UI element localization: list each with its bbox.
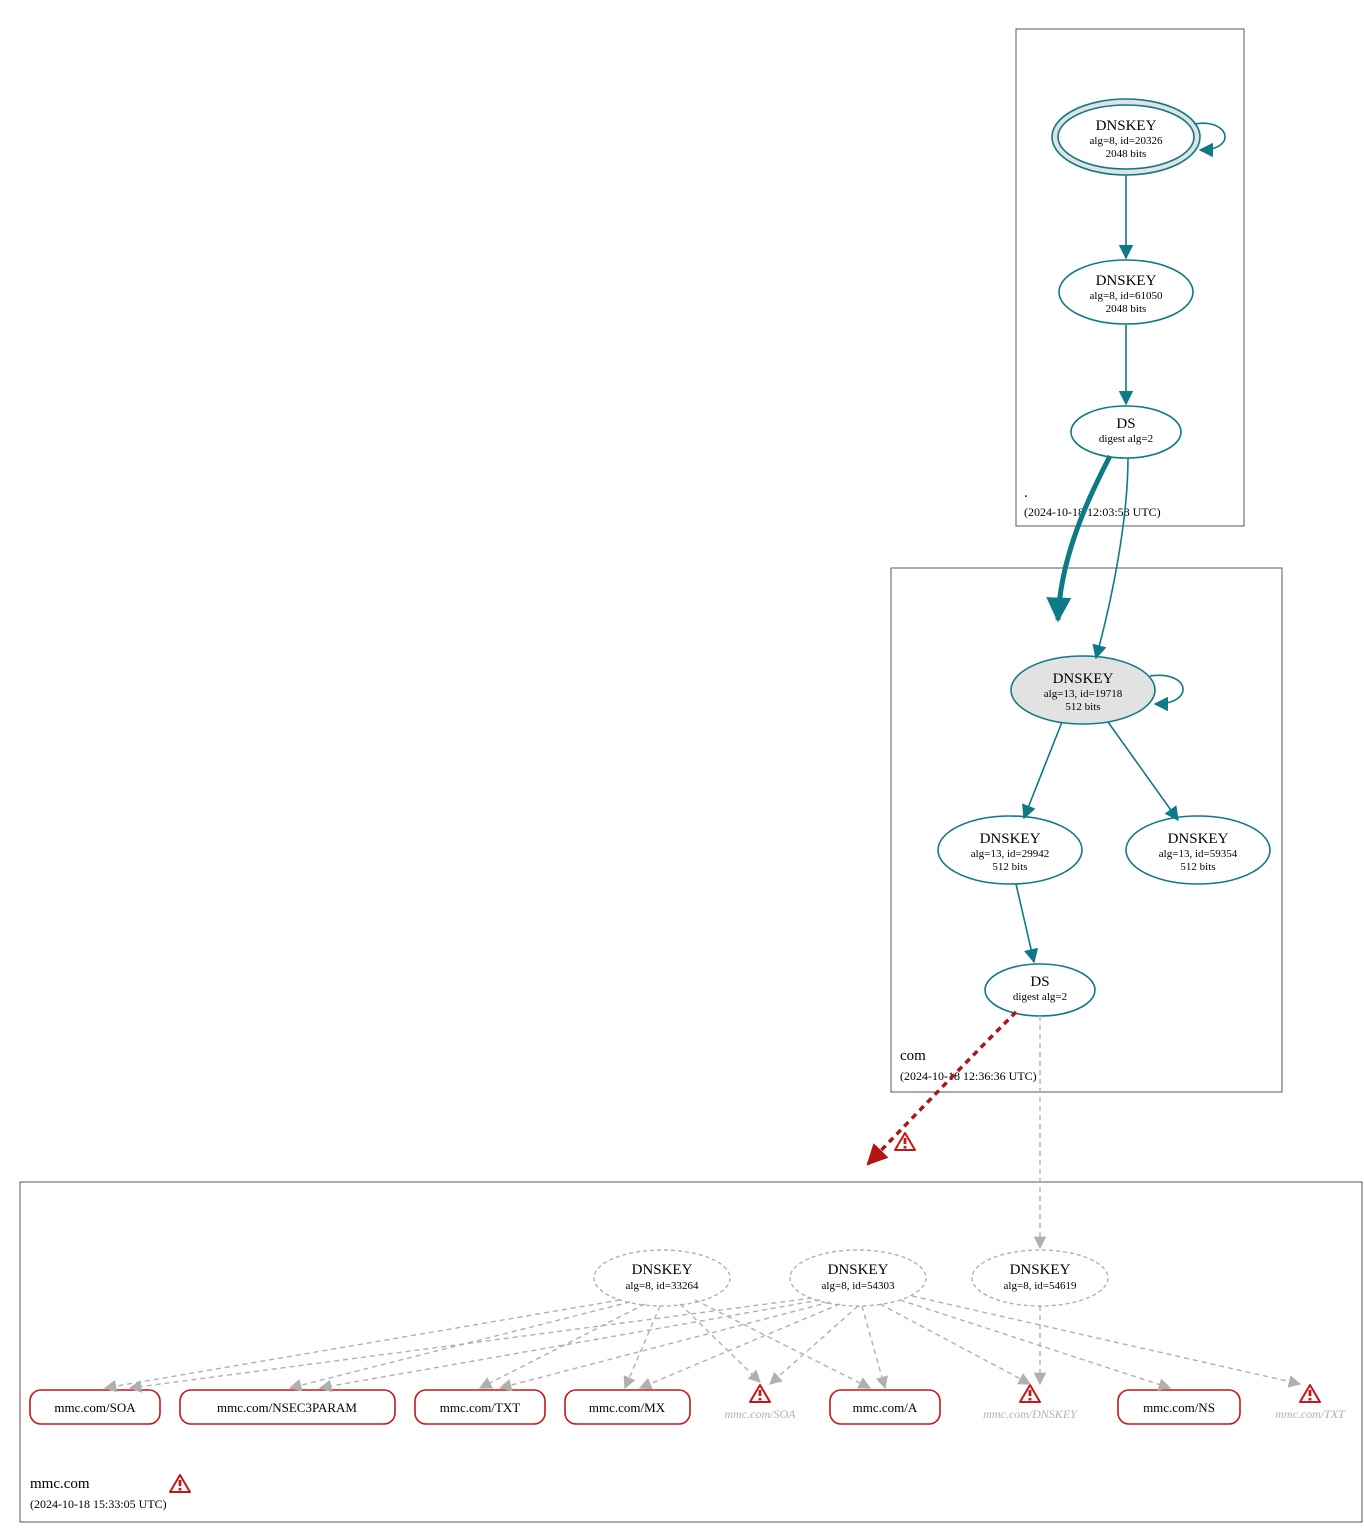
svg-text:alg=13, id=59354: alg=13, id=59354	[1159, 848, 1238, 860]
node-mmc-k3	[972, 1250, 1108, 1306]
zone-root-label: .	[1024, 485, 1028, 501]
svg-text:DNSKEY: DNSKEY	[1168, 831, 1229, 847]
edge-com-ds-mmc-red	[868, 1012, 1016, 1164]
svg-text:mmc.com/SOA: mmc.com/SOA	[54, 1400, 136, 1415]
zone-root-ts: (2024-10-18 12:03:58 UTC)	[1024, 505, 1161, 519]
svg-text:alg=8, id=20326: alg=8, id=20326	[1090, 135, 1163, 147]
svg-text:alg=8, id=54619: alg=8, id=54619	[1004, 1280, 1077, 1292]
svg-text:mmc.com/A: mmc.com/A	[853, 1400, 918, 1415]
phantom-dnskey: mmc.com/DNSKEY	[983, 1407, 1078, 1421]
phantom-txt: mmc.com/TXT	[1275, 1407, 1346, 1421]
node-com-ds	[985, 964, 1095, 1016]
edge-com-ksk-zsk2	[1108, 722, 1178, 820]
svg-text:mmc.com/TXT: mmc.com/TXT	[440, 1400, 521, 1415]
svg-text:alg=8, id=54303: alg=8, id=54303	[822, 1280, 895, 1292]
svg-text:alg=8, id=61050: alg=8, id=61050	[1090, 290, 1163, 302]
svg-text:alg=13, id=29942: alg=13, id=29942	[971, 848, 1049, 860]
edge-root-ds-com-thick	[1058, 456, 1110, 620]
warning-icon	[1020, 1385, 1040, 1402]
svg-text:DNSKEY: DNSKEY	[632, 1262, 693, 1278]
dnssec-diagram: . (2024-10-18 12:03:58 UTC) DNSKEY alg=8…	[0, 0, 1364, 1537]
svg-text:DS: DS	[1030, 974, 1049, 990]
svg-text:DNSKEY: DNSKEY	[828, 1262, 889, 1278]
zone-mmc-label: mmc.com	[30, 1476, 90, 1492]
node-mmc-k1	[594, 1250, 730, 1306]
edge-com-zsk1-ds	[1016, 884, 1034, 962]
warning-icon	[895, 1133, 915, 1150]
svg-text:512 bits: 512 bits	[1180, 861, 1215, 873]
zone-com-label: com	[900, 1048, 926, 1064]
svg-text:DNSKEY: DNSKEY	[1053, 671, 1114, 687]
svg-text:DNSKEY: DNSKEY	[980, 831, 1041, 847]
svg-text:alg=13, id=19718: alg=13, id=19718	[1044, 688, 1123, 700]
svg-text:DNSKEY: DNSKEY	[1010, 1262, 1071, 1278]
node-root-ds	[1071, 406, 1181, 458]
svg-text:mmc.com/NSEC3PARAM: mmc.com/NSEC3PARAM	[217, 1400, 357, 1415]
zone-mmc-ts: (2024-10-18 15:33:05 UTC)	[30, 1497, 167, 1511]
svg-text:512 bits: 512 bits	[1065, 701, 1100, 713]
svg-text:mmc.com/NS: mmc.com/NS	[1143, 1400, 1215, 1415]
svg-text:2048 bits: 2048 bits	[1106, 303, 1147, 315]
svg-text:digest alg=2: digest alg=2	[1013, 991, 1067, 1003]
svg-text:alg=8, id=33264: alg=8, id=33264	[626, 1280, 699, 1292]
svg-text:DNSKEY: DNSKEY	[1096, 118, 1157, 134]
edge-com-ksk-zsk1	[1024, 722, 1062, 818]
svg-text:DNSKEY: DNSKEY	[1096, 273, 1157, 289]
svg-text:digest alg=2: digest alg=2	[1099, 433, 1153, 445]
zone-com-ts: (2024-10-18 12:36:36 UTC)	[900, 1069, 1037, 1083]
warning-icon	[170, 1475, 190, 1492]
phantom-soa: mmc.com/SOA	[725, 1407, 797, 1421]
edge-root-ds-com-thin	[1096, 458, 1128, 658]
warning-icon	[1300, 1385, 1320, 1402]
svg-text:mmc.com/MX: mmc.com/MX	[589, 1400, 666, 1415]
warning-icon	[750, 1385, 770, 1402]
svg-text:512 bits: 512 bits	[992, 861, 1027, 873]
svg-text:2048 bits: 2048 bits	[1106, 148, 1147, 160]
svg-text:DS: DS	[1116, 416, 1135, 432]
